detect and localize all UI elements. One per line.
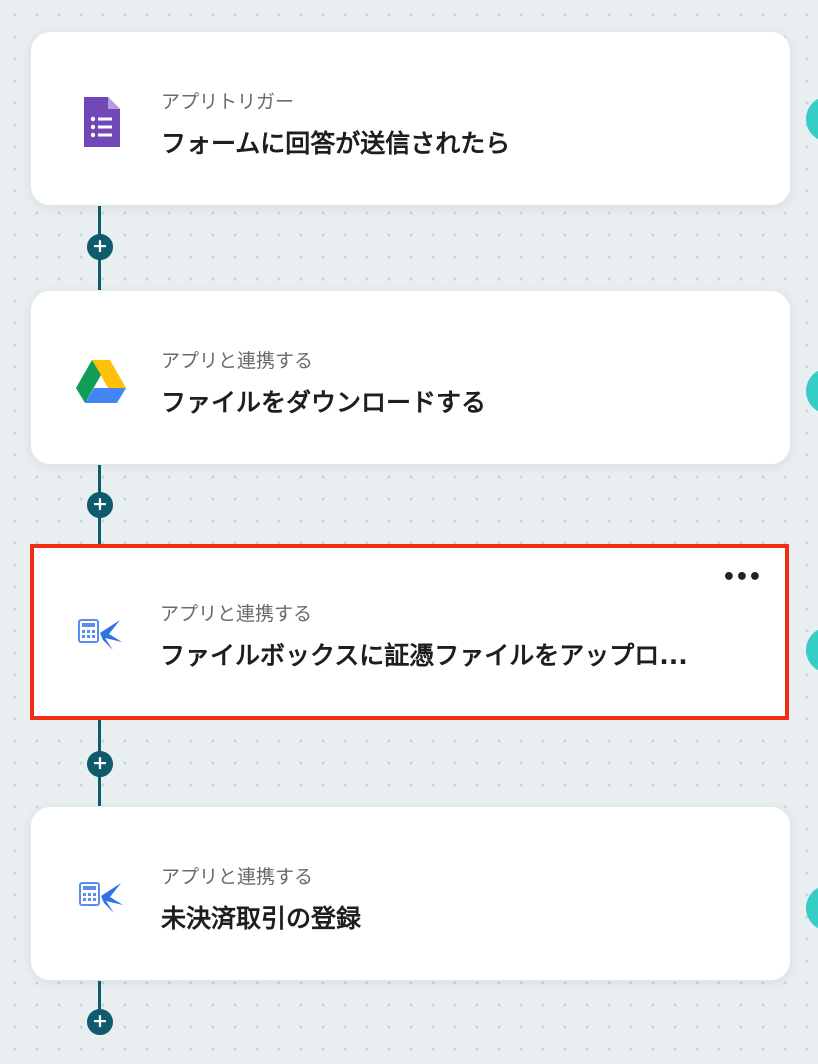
google-forms-icon: [73, 94, 129, 150]
add-step-button[interactable]: +: [87, 234, 113, 260]
step-status-dot: [806, 627, 818, 673]
step-type-label: アプリと連携する: [161, 866, 314, 888]
step-title: ファイルをダウンロードする: [161, 388, 487, 417]
step-status-dot: [806, 96, 818, 142]
flow-step-card-upload[interactable]: アプリと連携する ファイルボックスに証憑ファイルをアップロ... •••: [30, 544, 789, 720]
add-step-button[interactable]: +: [87, 492, 113, 518]
accounting-app-icon: [72, 606, 128, 662]
accounting-app-icon: [73, 869, 129, 925]
step-title: フォームに回答が送信されたら: [161, 129, 511, 158]
step-title: 未決済取引の登録: [161, 904, 362, 933]
step-status-dot: [806, 885, 818, 931]
google-drive-icon: [73, 353, 129, 409]
connector-line: [98, 980, 101, 1010]
flow-step-card-register[interactable]: アプリと連携する 未決済取引の登録: [30, 806, 791, 981]
flow-step-card-download[interactable]: アプリと連携する ファイルをダウンロードする: [30, 290, 791, 465]
step-status-dot: [806, 368, 818, 414]
more-options-icon[interactable]: •••: [722, 567, 762, 589]
flow-step-card-trigger[interactable]: アプリトリガー フォームに回答が送信されたら: [30, 31, 791, 206]
step-type-label: アプリトリガー: [161, 91, 295, 113]
add-step-button[interactable]: +: [87, 751, 113, 777]
step-type-label: アプリと連携する: [160, 603, 313, 625]
step-type-label: アプリと連携する: [161, 350, 314, 372]
step-title: ファイルボックスに証憑ファイルをアップロ...: [160, 641, 688, 670]
add-step-button[interactable]: +: [87, 1009, 113, 1035]
